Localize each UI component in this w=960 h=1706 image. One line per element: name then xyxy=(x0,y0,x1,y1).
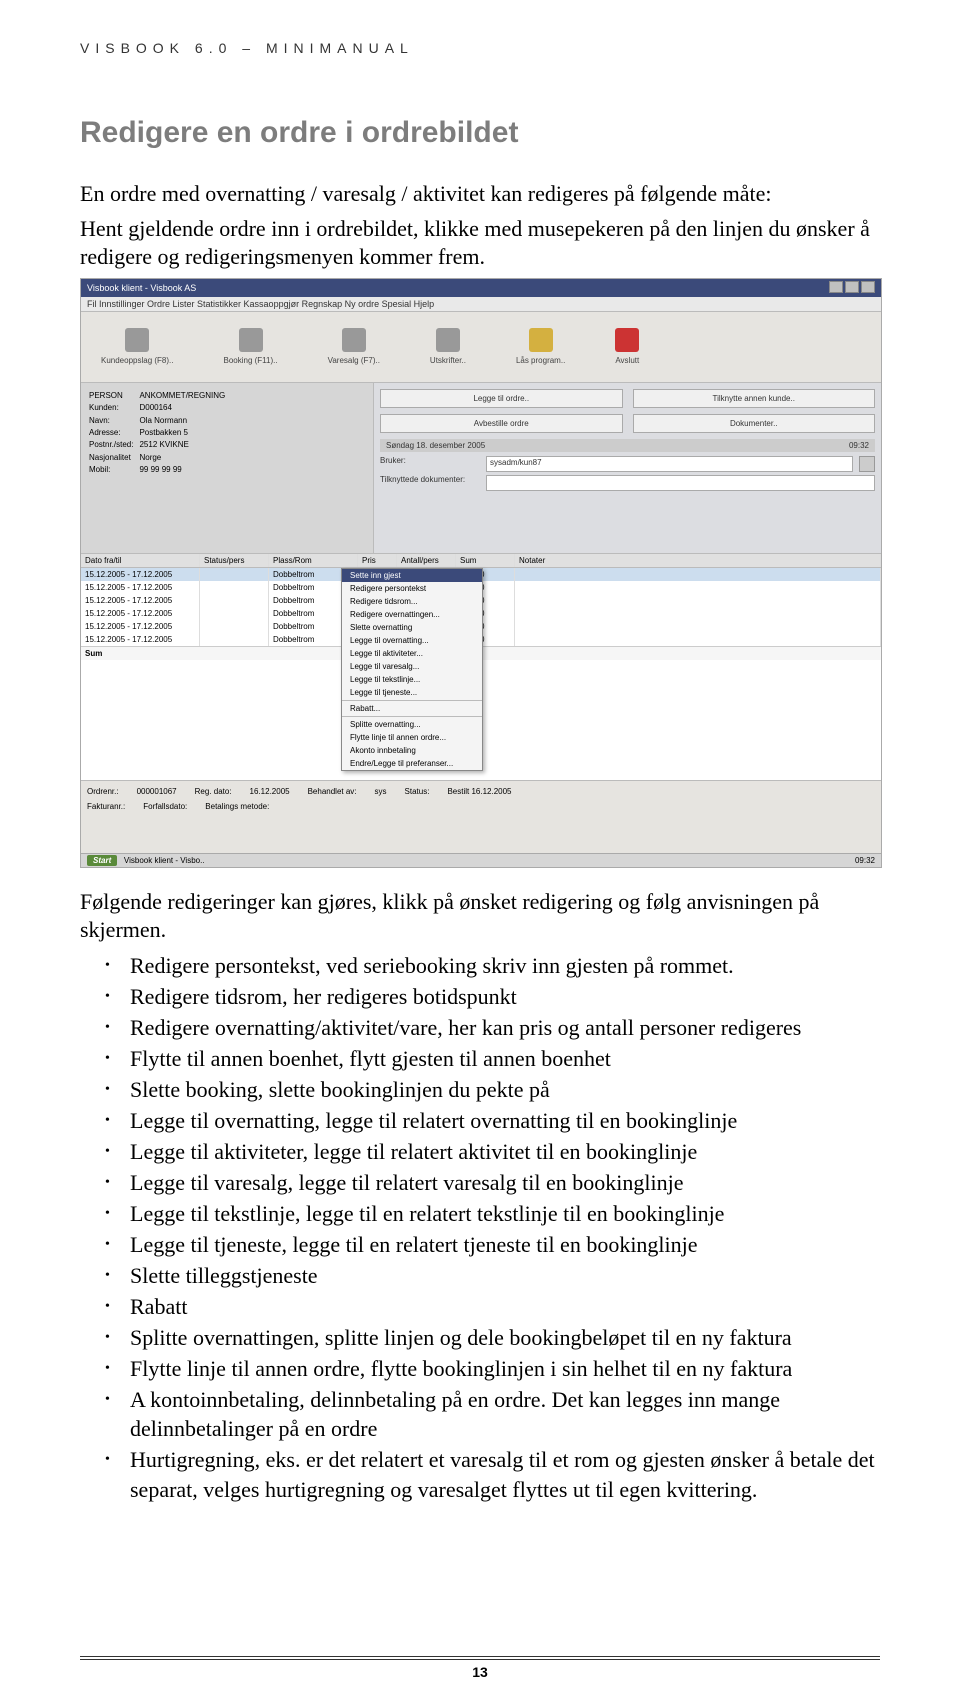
bullet-item: Splitte overnattingen, splitte linjen og… xyxy=(130,1323,880,1352)
dokumenter-button[interactable]: Dokumenter.. xyxy=(633,414,876,433)
taskbar: Start Visbook klient - Visbo.. 09:32 xyxy=(81,853,881,867)
bullet-item: Redigere overnatting/aktivitet/vare, her… xyxy=(130,1013,880,1042)
current-date: Søndag 18. desember 2005 xyxy=(386,441,485,450)
grid-header: Dato fra/til Status/pers Plass/Rom Pris … xyxy=(81,554,881,568)
context-menu[interactable]: Sette inn gjest Redigere persontekst Red… xyxy=(341,568,483,771)
bullet-item: Legge til overnatting, legge til relater… xyxy=(130,1106,880,1135)
after-text: Følgende redigeringer kan gjøres, klikk … xyxy=(80,888,880,945)
start-button[interactable]: Start xyxy=(87,855,117,866)
ctx-redigere-persontekst[interactable]: Redigere persontekst xyxy=(342,582,482,595)
ctx-rabatt[interactable]: Rabatt... xyxy=(342,702,482,715)
avbestille-button[interactable]: Avbestille ordre xyxy=(380,414,623,433)
dokumenter-label: Tilknyttede dokumenter: xyxy=(380,475,480,491)
bullet-item: A kontoinnbetaling, delinnbetaling på en… xyxy=(130,1385,880,1443)
toolbar-varesalg[interactable]: Varesalg (F7).. xyxy=(328,328,380,365)
taskbar-app[interactable]: Visbook klient - Visbo.. xyxy=(124,856,205,865)
intro-line-2: Hent gjeldende ordre inn i ordrebildet, … xyxy=(80,215,880,272)
toolbar-kundeoppslag[interactable]: Kundeoppslag (F8).. xyxy=(101,328,174,365)
order-footer-panel: Ordrenr.:000001067 Reg. dato:16.12.2005 … xyxy=(81,780,881,853)
current-time: 09:32 xyxy=(849,441,869,450)
tilknytte-kunde-button[interactable]: Tilknytte annen kunde.. xyxy=(633,389,876,408)
ctx-slette-overnatting[interactable]: Slette overnatting xyxy=(342,621,482,634)
bullet-item: Hurtigregning, eks. er det relatert et v… xyxy=(130,1445,880,1503)
ctx-legge-til-tekstlinje[interactable]: Legge til tekstlinje... xyxy=(342,673,482,686)
window-controls[interactable] xyxy=(827,281,875,295)
bullet-item: Legge til tjeneste, legge til en relater… xyxy=(130,1230,880,1259)
ctx-legge-til-aktiviteter[interactable]: Legge til aktiviteter... xyxy=(342,647,482,660)
bruker-field[interactable]: sysadm/kun87 xyxy=(486,456,853,472)
bullet-item: Legge til varesalg, legge til relatert v… xyxy=(130,1168,880,1197)
window-title: Visbook klient - Visbook AS xyxy=(87,283,196,293)
toolbar-avslutt[interactable]: Avslutt xyxy=(615,328,639,365)
embedded-screenshot: Visbook klient - Visbook AS Fil Innstill… xyxy=(80,278,882,868)
ctx-legge-til-tjeneste[interactable]: Legge til tjeneste... xyxy=(342,686,482,699)
calendar-icon[interactable] xyxy=(859,456,875,472)
bullet-item: Slette tilleggstjeneste xyxy=(130,1261,880,1290)
bullet-item: Flytte til annen boenhet, flytt gjesten … xyxy=(130,1044,880,1073)
intro-line-1: En ordre med overnatting / varesalg / ak… xyxy=(80,180,880,209)
ctx-akonto[interactable]: Akonto innbetaling xyxy=(342,744,482,757)
bullet-item: Slette booking, slette bookinglinjen du … xyxy=(130,1075,880,1104)
ctx-flytte-linje[interactable]: Flytte linje til annen ordre... xyxy=(342,731,482,744)
toolbar-booking[interactable]: Booking (F11).. xyxy=(224,328,278,365)
bullet-item: Redigere tidsrom, her redigeres botidspu… xyxy=(130,982,880,1011)
bullet-item: Redigere persontekst, ved seriebooking s… xyxy=(130,951,880,980)
toolbar-utskrifter[interactable]: Utskrifter.. xyxy=(430,328,466,365)
ctx-legge-til-varesalg[interactable]: Legge til varesalg... xyxy=(342,660,482,673)
customer-info-panel: PERSONANKOMMET/REGNING Kunden:D000164 Na… xyxy=(81,383,374,553)
page-header: VISBOOK 6.0 – MINIMANUAL xyxy=(80,40,880,56)
dokumenter-field[interactable] xyxy=(486,475,875,491)
ctx-endre-preferanser[interactable]: Endre/Legge til preferanser... xyxy=(342,757,482,770)
taskbar-clock: 09:32 xyxy=(855,856,875,865)
page-number: 13 xyxy=(80,1664,880,1680)
bullet-list: Redigere persontekst, ved seriebooking s… xyxy=(80,951,880,1504)
menu-bar[interactable]: Fil Innstillinger Ordre Lister Statistik… xyxy=(81,297,881,312)
legge-til-ordre-button[interactable]: Legge til ordre.. xyxy=(380,389,623,408)
toolbar-laas[interactable]: Lås program.. xyxy=(516,328,565,365)
section-title: Redigere en ordre i ordrebildet xyxy=(80,116,880,150)
ctx-redigere-tidsrom[interactable]: Redigere tidsrom... xyxy=(342,595,482,608)
bullet-item: Legge til tekstlinje, legge til en relat… xyxy=(130,1199,880,1228)
ctx-sette-inn-gjest[interactable]: Sette inn gjest xyxy=(342,569,482,582)
bruker-label: Bruker: xyxy=(380,456,480,472)
ctx-legge-til-overnatting[interactable]: Legge til overnatting... xyxy=(342,634,482,647)
window-titlebar: Visbook klient - Visbook AS xyxy=(81,279,881,297)
order-lines-grid: Dato fra/til Status/pers Plass/Rom Pris … xyxy=(81,553,881,780)
ctx-splitte-overnatting[interactable]: Splitte overnatting... xyxy=(342,718,482,731)
bullet-item: Flytte linje til annen ordre, flytte boo… xyxy=(130,1354,880,1383)
bullet-item: Rabatt xyxy=(130,1292,880,1321)
toolbar: Kundeoppslag (F8).. Booking (F11).. Vare… xyxy=(81,312,881,383)
bullet-item: Legge til aktiviteter, legge til relater… xyxy=(130,1137,880,1166)
ctx-redigere-overnatting[interactable]: Redigere overnattingen... xyxy=(342,608,482,621)
page-footer: 13 xyxy=(80,1656,880,1680)
order-actions-panel: Legge til ordre.. Tilknytte annen kunde.… xyxy=(374,383,881,553)
